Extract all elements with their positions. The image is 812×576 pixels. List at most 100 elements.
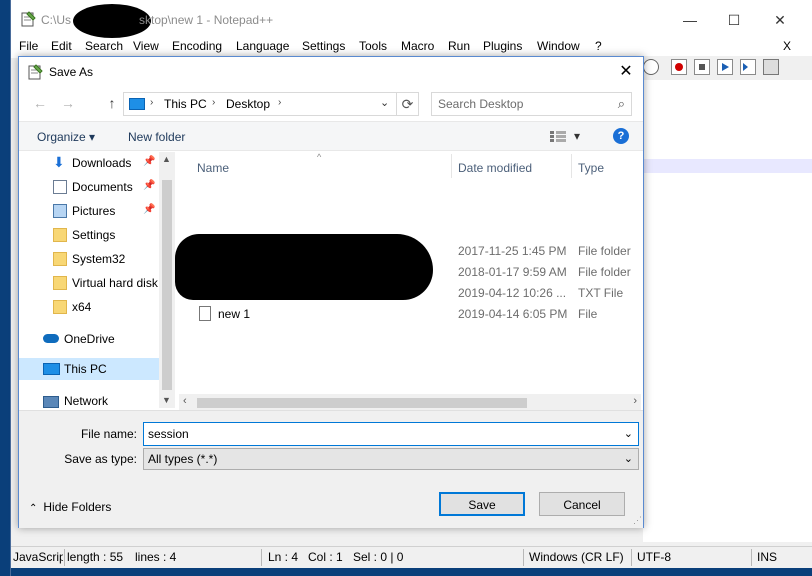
sort-ascending-icon: ^ <box>317 152 322 162</box>
status-mode: INS <box>757 550 778 564</box>
nav-pane-scrollbar[interactable]: ▲ ▼ <box>159 152 175 408</box>
status-eol: Windows (CR LF) <box>529 550 624 564</box>
nav-item-settings[interactable]: Settings <box>19 224 175 246</box>
up-arrow-icon[interactable]: ↑ <box>103 94 121 112</box>
hide-folders-toggle[interactable]: ⌃ Hide Folders <box>29 500 111 514</box>
menu-encoding[interactable]: Encoding <box>172 39 222 53</box>
file-row[interactable]: new 1 2019-04-14 6:05 PM File <box>175 304 643 325</box>
dialog-close-button[interactable]: ✕ <box>615 61 637 83</box>
file-list-header: ^ Name Date modified Type <box>175 152 643 180</box>
menu-window[interactable]: Window <box>537 39 580 53</box>
network-icon <box>43 396 59 408</box>
nav-item-virtual-hard-disk[interactable]: Virtual hard disk <box>19 272 175 294</box>
breadcrumb-separator-icon: › <box>212 97 216 108</box>
maximize-button[interactable]: ☐ <box>722 8 746 32</box>
command-bar: Organize ▾ New folder ▾ ? <box>19 121 643 151</box>
nav-item-onedrive[interactable]: OneDrive <box>19 328 175 350</box>
navigation-row: ← → ↑ › This PC › Desktop › ⌄ ⟳ ⌕ <box>19 89 643 119</box>
menu-bar: File Edit Search View Encoding Language … <box>11 38 812 58</box>
nav-item-downloads[interactable]: ⬇ Downloads 📌 <box>19 152 175 174</box>
breadcrumb-desktop[interactable]: Desktop <box>226 97 270 111</box>
close-document-button[interactable]: X <box>783 39 791 53</box>
nav-item-network[interactable]: Network <box>19 390 175 408</box>
nav-item-documents[interactable]: Documents 📌 <box>19 176 175 198</box>
column-type[interactable]: Type <box>578 161 604 175</box>
file-name-label: File name: <box>80 427 137 441</box>
menu-plugins[interactable]: Plugins <box>483 39 522 53</box>
save-as-type-value: All types (*.*) <box>148 452 218 466</box>
save-button[interactable]: Save <box>439 492 525 516</box>
notepad-app-icon <box>21 11 36 27</box>
new-folder-button[interactable]: New folder <box>128 130 185 144</box>
download-arrow-icon: ⬇ <box>53 154 65 170</box>
menu-run[interactable]: Run <box>448 39 470 53</box>
view-menu-chevron-icon[interactable]: ▾ <box>574 129 580 143</box>
zoom-icon[interactable] <box>643 59 659 75</box>
menu-help[interactable]: ? <box>595 39 602 53</box>
chevron-down-icon: ⌄ <box>623 453 633 465</box>
scroll-down-icon[interactable]: ▼ <box>162 395 171 405</box>
scroll-thumb[interactable] <box>197 398 527 408</box>
menu-view[interactable]: View <box>133 39 159 53</box>
nav-label: This PC <box>64 362 107 376</box>
dialog-titlebar: Save As ✕ <box>19 57 643 87</box>
nav-item-pictures[interactable]: Pictures 📌 <box>19 200 175 222</box>
navigation-pane: ⬇ Downloads 📌 Documents 📌 Pictures 📌 Set… <box>19 152 175 408</box>
status-sel: Sel : 0 | 0 <box>353 550 404 564</box>
breadcrumb-this-pc[interactable]: This PC <box>164 97 207 111</box>
menu-language[interactable]: Language <box>236 39 289 53</box>
refresh-icon[interactable]: ⟳ <box>396 93 418 115</box>
nav-label: Virtual hard disk <box>72 276 158 290</box>
play-multiple-icon[interactable] <box>740 59 756 75</box>
scroll-left-icon[interactable]: ‹ <box>183 395 187 407</box>
scroll-up-icon[interactable]: ▲ <box>162 154 171 164</box>
view-options-icon[interactable] <box>550 131 566 142</box>
file-date: 2017-11-25 1:45 PM <box>458 244 567 258</box>
menu-macro[interactable]: Macro <box>401 39 434 53</box>
search-box: ⌕ <box>431 92 632 116</box>
record-macro-icon[interactable] <box>671 59 687 75</box>
minimize-button[interactable]: — <box>678 8 702 32</box>
menu-tools[interactable]: Tools <box>359 39 387 53</box>
play-macro-icon[interactable] <box>717 59 733 75</box>
close-window-button[interactable]: ✕ <box>768 8 792 32</box>
dialog-title: Save As <box>49 65 94 79</box>
nav-label: Network <box>64 394 109 408</box>
forward-arrow-icon[interactable]: → <box>59 94 77 112</box>
menu-settings[interactable]: Settings <box>302 39 345 53</box>
dialog-bottom-panel: File name: ⌄ Save as type: All types (*.… <box>19 410 643 528</box>
folder-icon <box>53 252 67 266</box>
save-as-type-select[interactable]: All types (*.*) ⌄ <box>143 448 639 470</box>
scroll-thumb[interactable] <box>162 180 172 390</box>
scroll-right-icon[interactable]: › <box>633 395 637 407</box>
nav-label: Downloads <box>72 156 132 170</box>
resize-grip-icon[interactable]: ⋰ <box>633 515 642 526</box>
column-name[interactable]: Name <box>197 161 229 175</box>
cancel-button[interactable]: Cancel <box>539 492 625 516</box>
pin-icon: 📌 <box>143 204 156 215</box>
file-list-horizontal-scrollbar[interactable]: ‹ › <box>179 394 641 410</box>
file-name-input[interactable] <box>144 423 614 445</box>
stop-macro-icon[interactable] <box>694 59 710 75</box>
notepad-dialog-icon <box>28 64 43 80</box>
nav-item-this-pc[interactable]: This PC <box>19 358 175 380</box>
help-icon[interactable]: ? <box>613 128 629 144</box>
organize-button[interactable]: Organize ▾ <box>37 130 95 144</box>
column-date-modified[interactable]: Date modified <box>458 161 532 175</box>
back-arrow-icon[interactable]: ← <box>31 94 49 112</box>
file-date: 2019-04-14 6:05 PM <box>458 307 568 321</box>
save-macro-icon[interactable] <box>763 59 779 75</box>
file-type: File <box>578 307 598 321</box>
nav-item-x64[interactable]: x64 <box>19 296 175 318</box>
menu-search[interactable]: Search <box>85 39 123 53</box>
chevron-down-icon[interactable]: ⌄ <box>624 427 633 440</box>
taskbar-strip <box>11 568 812 576</box>
menu-file[interactable]: File <box>19 39 38 53</box>
address-dropdown-icon[interactable]: ⌄ <box>380 96 389 109</box>
menu-edit[interactable]: Edit <box>51 39 72 53</box>
search-input[interactable] <box>432 93 608 115</box>
file-date: 2018-01-17 9:59 AM <box>458 265 567 279</box>
editor-area[interactable] <box>643 80 812 542</box>
address-bar[interactable]: › This PC › Desktop › ⌄ ⟳ <box>123 92 419 116</box>
nav-item-system32[interactable]: System32 <box>19 248 175 270</box>
